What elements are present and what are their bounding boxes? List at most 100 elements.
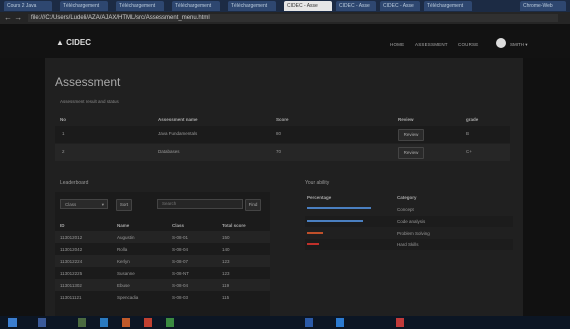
browser-tab[interactable]: Chrome-Web — [520, 1, 566, 11]
col-header: Category — [397, 195, 417, 200]
taskbar-app-icon[interactable] — [100, 318, 108, 327]
row-score: 80 — [276, 131, 282, 136]
back-forward-icon[interactable]: ← → — [4, 13, 22, 23]
col-header: Total score — [222, 223, 246, 228]
browser-tab[interactable]: Téléchargement — [116, 1, 164, 11]
user-name: SMITH — [510, 42, 524, 47]
ability-category: Concept — [397, 207, 414, 212]
browser-tab[interactable]: CIDEC - Asse — [380, 1, 420, 11]
browser-tab[interactable]: CIDEC - Asse — [336, 1, 376, 11]
taskbar-app-icon[interactable] — [166, 318, 174, 327]
ability-category: Problem Solving — [397, 231, 430, 236]
table-row — [55, 255, 270, 267]
cell-name: Spencadia — [117, 295, 139, 300]
url-field[interactable]: file:///C:/Users/Ludeli/AZA/AJAX/HTML/sr… — [28, 14, 558, 22]
row-grade: C+ — [466, 149, 472, 154]
col-header: Class — [172, 223, 185, 228]
table-row — [55, 243, 270, 255]
ability-bar-hard-skills — [307, 243, 319, 245]
leaderboard-filter-select[interactable]: Class ▾ — [60, 199, 108, 209]
col-header: Review — [398, 117, 414, 122]
row-no: 1 — [62, 131, 65, 136]
table-row — [55, 144, 510, 161]
taskbar-app-icon[interactable] — [305, 318, 313, 327]
cell-score: 140 — [222, 247, 230, 252]
row-name: Java Fundamentals — [158, 131, 198, 136]
cell-class: S-08-03 — [172, 295, 189, 300]
filter-value: Class — [65, 202, 77, 207]
cell-name: Augustin — [117, 235, 135, 240]
ability-bar-concept — [307, 207, 371, 209]
ability-list: Concept Code analysis Problem Solving Ha… — [305, 203, 513, 253]
cell-score: 119 — [222, 283, 230, 288]
sort-button[interactable]: Sort — [116, 199, 132, 211]
brand-logo[interactable]: ▲ CIDEC — [56, 38, 91, 47]
cell-name: Kerlyn — [117, 259, 130, 264]
user-menu[interactable]: SMITH ▾ — [510, 42, 528, 48]
ability-bar-problem-solving — [307, 232, 323, 234]
cell-score: 123 — [222, 259, 230, 264]
row-name: Databases — [158, 149, 180, 154]
ability-bar-code-analysis — [307, 220, 363, 222]
leaderboard-search-input[interactable] — [157, 199, 243, 209]
ability-category: Code analysis — [397, 219, 426, 224]
chevron-down-icon: ▾ — [525, 42, 528, 47]
table-row — [55, 126, 510, 143]
cell-id: 113012225 — [60, 271, 83, 276]
nav-home[interactable]: HOME — [390, 42, 404, 47]
cell-class: S-08-04 — [172, 247, 189, 252]
browser-tab[interactable]: Téléchargement — [424, 1, 472, 11]
taskbar-app-icon[interactable] — [336, 318, 344, 327]
taskbar-app-icon[interactable] — [38, 318, 46, 327]
cell-class: S-08-NT — [172, 271, 190, 276]
cell-id: 113012012 — [60, 235, 83, 240]
chevron-down-icon: ▾ — [101, 202, 104, 207]
browser-tab[interactable]: CIDEC - Asse — [284, 1, 332, 11]
row-no: 2 — [62, 149, 65, 154]
browser-tab[interactable]: Téléchargement — [228, 1, 276, 11]
find-button[interactable]: Find — [245, 199, 261, 211]
cell-class: S-08-07 — [172, 259, 189, 264]
cell-class: S-08-01 — [172, 235, 189, 240]
col-header: Name — [117, 223, 130, 228]
top-navbar: ▲ CIDEC HOME ASSESSMENT COURSE SMITH ▾ — [0, 30, 570, 58]
ability-title: Your ability — [305, 180, 330, 186]
col-header: Percentage — [307, 195, 332, 200]
avatar[interactable] — [496, 38, 506, 48]
page-title: Assessment — [55, 75, 121, 89]
cell-id: 113011302 — [60, 283, 82, 288]
col-header: grade — [466, 117, 479, 122]
address-bar: ← → file:///C:/Users/Ludeli/AZA/AJAX/HTM… — [0, 12, 570, 24]
page-subtitle: Assessment result and status — [60, 99, 119, 104]
cell-id: 113012042 — [60, 247, 83, 252]
leaderboard-title: Leaderboard — [60, 180, 89, 186]
logo-icon: ▲ — [56, 38, 67, 47]
review-button[interactable]: Review — [398, 147, 424, 159]
cell-name: Ebuse — [117, 283, 130, 288]
windows-start-icon[interactable] — [8, 318, 17, 327]
taskbar — [0, 316, 570, 329]
nav-course[interactable]: COURSE — [458, 42, 478, 47]
cell-name: Susanne — [117, 271, 135, 276]
ability-category: Hard Skills — [397, 242, 419, 247]
table-row — [55, 267, 270, 279]
taskbar-app-icon[interactable] — [78, 318, 86, 327]
cell-id: 113012224 — [60, 259, 83, 264]
taskbar-app-icon[interactable] — [396, 318, 404, 327]
table-row — [55, 291, 270, 303]
table-row — [55, 279, 270, 291]
col-header: No — [60, 117, 66, 122]
brand-name: CIDEC — [66, 38, 92, 47]
cell-score: 123 — [222, 271, 230, 276]
browser-tab[interactable]: Téléchargement — [172, 1, 220, 11]
table-row — [55, 231, 270, 243]
col-header: ID — [60, 223, 65, 228]
browser-tab[interactable]: Cours 2 Java — [4, 1, 52, 11]
nav-assessment[interactable]: ASSESSMENT — [415, 42, 448, 47]
taskbar-app-icon[interactable] — [122, 318, 130, 327]
browser-tab[interactable]: Téléchargement — [60, 1, 108, 11]
cell-score: 150 — [222, 235, 230, 240]
taskbar-app-icon[interactable] — [144, 318, 152, 327]
review-button[interactable]: Review — [398, 129, 424, 141]
cell-id: 113011121 — [60, 295, 82, 300]
